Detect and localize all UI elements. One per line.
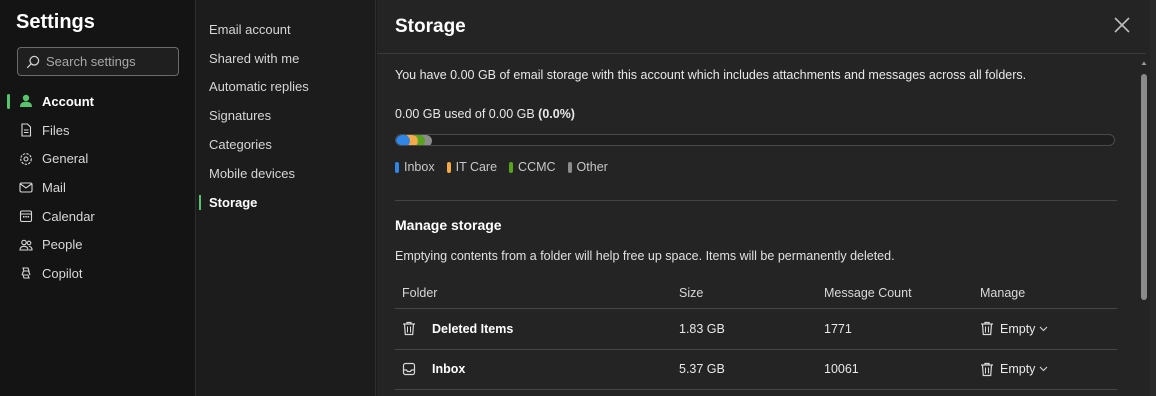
storage-legend: Inbox IT Care CCMC Other <box>395 160 620 174</box>
folder-name: Inbox <box>432 362 466 377</box>
folder-cell: Inbox <box>395 362 679 376</box>
trash-icon <box>403 322 415 336</box>
page-title: Storage <box>395 16 466 37</box>
manage-storage-description: Emptying contents from a folder will hel… <box>395 249 895 263</box>
nav-item-files[interactable]: Files <box>0 116 195 145</box>
table-row: Inbox 5.37 GB 10061 Empty <box>395 350 1117 390</box>
nav-item-mail[interactable]: Mail <box>0 173 195 202</box>
folder-message-count: 10061 <box>824 362 859 377</box>
nav-item-label: People <box>42 237 83 253</box>
legend-item: CCMC <box>509 160 556 174</box>
bar-segment-inbox <box>396 135 410 145</box>
manage-storage-heading: Manage storage <box>395 217 502 233</box>
scrollbar-thumb[interactable] <box>1141 74 1147 300</box>
pane-header: Storage <box>377 0 1146 54</box>
manage-cell: Empty <box>980 321 1117 336</box>
folder-cell: Deleted Items <box>395 321 679 336</box>
header-manage: Manage <box>980 286 1026 300</box>
table-header: Folder Size Message Count Manage <box>395 278 1117 309</box>
subnav-item-storage[interactable]: Storage <box>197 188 375 217</box>
person-icon <box>18 93 34 109</box>
header-size: Size <box>679 286 704 300</box>
nav-item-label: Mail <box>42 179 66 195</box>
account-subnav: Email account Shared with me Automatic r… <box>197 0 376 396</box>
nav-item-copilot[interactable]: Copilot <box>0 259 195 288</box>
legend-swatch <box>509 161 514 173</box>
nav-item-people[interactable]: People <box>0 230 195 259</box>
close-icon <box>1114 17 1130 33</box>
settings-nav: Account Files General Mail Calendar Peop… <box>0 87 195 288</box>
storage-pane: Storage You have 0.00 GB of email storag… <box>377 0 1156 396</box>
people-icon <box>18 237 34 253</box>
legend-item: IT Care <box>446 160 498 174</box>
chevron-down-icon <box>1040 326 1048 332</box>
calendar-icon <box>18 208 34 224</box>
usage-percent: (0.0%) <box>538 107 575 121</box>
file-icon <box>18 122 34 138</box>
table-row: Deleted Items 1.83 GB 1771 Empty <box>395 309 1117 350</box>
subnav-item-signatures[interactable]: Signatures <box>197 101 375 130</box>
folder-table: Folder Size Message Count Manage Deleted… <box>395 278 1117 390</box>
usage-summary: 0.00 GB used of 0.00 GB (0.0%) <box>395 107 575 121</box>
chevron-down-icon <box>1040 366 1048 372</box>
legend-label: IT Care <box>455 160 498 174</box>
storage-description: You have 0.00 GB of email storage with t… <box>395 68 1027 82</box>
legend-label: Inbox <box>404 160 435 174</box>
nav-item-label: General <box>42 151 89 167</box>
legend-item: Other <box>567 160 608 174</box>
inbox-icon <box>402 363 416 376</box>
folder-size: 1.83 GB <box>679 321 725 336</box>
subnav-item-automatic-replies[interactable]: Automatic replies <box>197 73 375 102</box>
scroll-up-arrow-icon[interactable] <box>1141 60 1147 66</box>
legend-swatch <box>395 161 399 173</box>
subnav-item-mobile-devices[interactable]: Mobile devices <box>197 159 375 188</box>
folder-size: 5.37 GB <box>679 362 725 377</box>
folder-name: Deleted Items <box>432 321 514 336</box>
nav-item-label: Calendar <box>42 208 95 224</box>
scrollbar[interactable] <box>1140 58 1148 396</box>
empty-label: Empty <box>1000 321 1036 336</box>
empty-deleted-items-button[interactable]: Empty <box>980 321 1048 336</box>
nav-item-label: Account <box>42 93 94 109</box>
search-box[interactable] <box>17 47 179 76</box>
storage-bar <box>395 134 1115 146</box>
legend-item: Inbox <box>395 160 435 174</box>
legend-swatch <box>567 161 572 173</box>
usage-text: 0.00 GB used of 0.00 GB <box>395 107 539 121</box>
empty-label: Empty <box>1000 362 1036 377</box>
section-divider <box>395 200 1117 201</box>
header-message-count: Message Count <box>824 286 912 300</box>
nav-item-label: Files <box>42 122 70 138</box>
search-input[interactable] <box>46 54 171 69</box>
legend-label: CCMC <box>518 160 556 174</box>
close-button[interactable] <box>1112 15 1132 35</box>
settings-title: Settings <box>16 11 95 33</box>
trash-icon <box>981 322 993 336</box>
gear-icon <box>18 151 34 167</box>
nav-item-general[interactable]: General <box>0 144 195 173</box>
legend-label: Other <box>576 160 608 174</box>
empty-inbox-button[interactable]: Empty <box>980 362 1048 377</box>
nav-item-account[interactable]: Account <box>0 87 195 116</box>
window-edge <box>1150 0 1156 396</box>
mail-icon <box>18 179 34 195</box>
trash-icon <box>981 362 993 376</box>
header-folder: Folder <box>402 286 438 300</box>
copilot-icon <box>18 265 34 281</box>
manage-cell: Empty <box>980 362 1117 377</box>
subnav-item-shared-with-me[interactable]: Shared with me <box>197 44 375 73</box>
nav-item-calendar[interactable]: Calendar <box>0 202 195 231</box>
subnav-item-email-account[interactable]: Email account <box>197 15 375 44</box>
search-icon <box>26 55 40 68</box>
folder-message-count: 1771 <box>824 321 852 336</box>
settings-rail: Settings Account Files General Mail Cale… <box>0 0 196 396</box>
nav-item-label: Copilot <box>42 265 83 281</box>
subnav-item-categories[interactable]: Categories <box>197 130 375 159</box>
legend-swatch <box>446 161 451 173</box>
